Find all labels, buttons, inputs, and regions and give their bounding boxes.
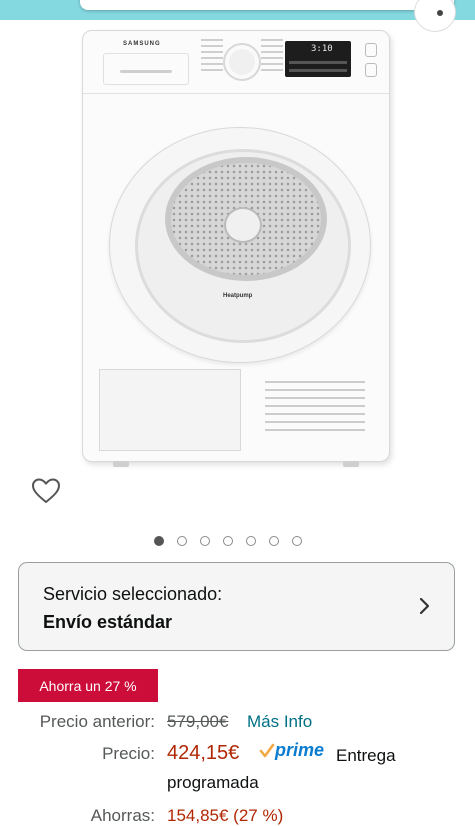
display-digits: 3:10: [311, 44, 333, 54]
product-image[interactable]: SAMSUNG 3:10 Heatpump: [78, 28, 394, 468]
prime-logo: prime: [275, 740, 325, 760]
delivery-text: Entrega: [336, 746, 396, 765]
program-knob: [223, 43, 261, 81]
previous-price: 579,00€: [167, 712, 229, 731]
carousel-dot[interactable]: [269, 536, 279, 546]
foot-right: [343, 461, 359, 467]
service-selector[interactable]: Servicio seleccionado: Envío estándar: [18, 562, 455, 651]
heart-outline-icon[interactable]: [30, 475, 62, 507]
carousel-dots[interactable]: [154, 536, 302, 550]
program-labels-right: [261, 39, 283, 75]
carousel-dot[interactable]: [200, 536, 210, 546]
start-button: [365, 63, 377, 77]
carousel-dot[interactable]: [177, 536, 187, 546]
price-label: Precio:: [102, 744, 155, 763]
power-button: [365, 43, 377, 57]
chevron-right-icon: [419, 597, 430, 615]
search-bar[interactable]: [80, 0, 454, 10]
carousel-dot[interactable]: [223, 536, 233, 546]
delivery-text-2: programada: [167, 773, 259, 792]
service-value: Envío estándar: [43, 612, 173, 632]
service-title: Servicio seleccionado:: [43, 584, 223, 604]
heatpump-logo: Heatpump: [223, 293, 253, 299]
program-labels-left: [201, 39, 223, 75]
savings-label: Ahorras:: [90, 806, 155, 825]
carousel-dot[interactable]: [246, 536, 256, 546]
dryer-control-panel: SAMSUNG 3:10: [83, 31, 389, 94]
share-button[interactable]: [414, 0, 456, 32]
more-info-link[interactable]: Más Info: [247, 712, 312, 732]
water-drawer: [103, 53, 189, 85]
drum-center: [224, 207, 262, 243]
savings-badge: Ahorra un 27 %: [18, 669, 158, 702]
filter-panel: [99, 369, 241, 451]
carousel-dot[interactable]: [154, 536, 164, 546]
dryer-body: SAMSUNG 3:10 Heatpump: [82, 30, 390, 467]
price-value: 424,15€: [167, 742, 240, 764]
previous-price-label: Precio anterior:: [39, 712, 155, 731]
foot-left: [113, 461, 129, 467]
carousel-dot[interactable]: [292, 536, 302, 546]
savings-value: 154,85€ (27 %): [167, 806, 284, 825]
brand-logo: SAMSUNG: [123, 41, 161, 47]
control-display: 3:10: [285, 41, 351, 77]
prime-check-icon: [259, 743, 275, 758]
